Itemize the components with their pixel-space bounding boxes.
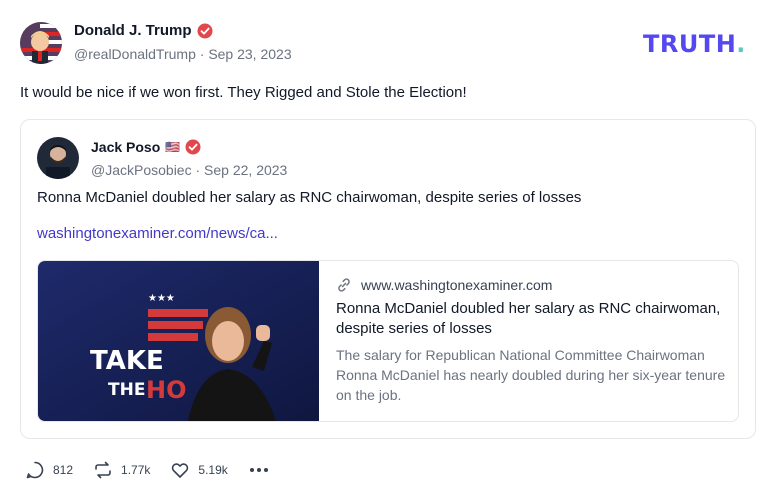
truth-logo: TRUTH. (643, 30, 746, 58)
image-text-the: THE (108, 380, 145, 400)
post-actions: 812 1.77k 5.19k (25, 460, 290, 480)
link-title: Ronna McDaniel doubled her salary as RNC… (336, 300, 721, 337)
quote-link[interactable]: washingtonexaminer.com/news/ca... (37, 225, 278, 242)
more-icon (249, 468, 268, 472)
author-meta: @realDonaldTrump · Sep 23, 2023 (74, 46, 292, 62)
retruth-icon (95, 461, 111, 479)
author-name-row: Donald J. Trump (74, 22, 213, 39)
reply-count: 812 (53, 463, 74, 477)
image-text-ho: HO (146, 376, 187, 404)
reply-icon (26, 461, 44, 479)
quote-author-handle[interactable]: @JackPosobiec (91, 162, 192, 178)
image-text-take: TAKE (90, 346, 164, 376)
quote-author-name[interactable]: Jack Poso (91, 139, 160, 155)
quote-post-date[interactable]: Sep 22, 2023 (204, 162, 287, 178)
reply-button[interactable]: 812 (25, 460, 73, 480)
verified-badge-icon (197, 23, 213, 38)
like-icon (172, 463, 189, 478)
more-button[interactable] (248, 460, 270, 480)
quote-author-meta: @JackPosobiec · Sep 22, 2023 (91, 162, 288, 178)
link-preview-info: www.washingtonexaminer.com Ronna McDanie… (336, 277, 726, 405)
link-preview-image: ★★★ TAKE THE HO (38, 261, 319, 421)
retruth-button[interactable]: 1.77k (93, 460, 150, 480)
link-preview-card[interactable]: ★★★ TAKE THE HO www.washingtonexaminer.c… (37, 260, 739, 422)
quote-author-avatar[interactable] (37, 137, 79, 179)
verified-badge-icon (185, 139, 201, 155)
post-date[interactable]: Sep 23, 2023 (208, 46, 291, 62)
like-button[interactable]: 5.19k (170, 460, 228, 480)
author-avatar[interactable] (20, 22, 62, 64)
like-count: 5.19k (198, 463, 228, 477)
quote-text: Ronna McDaniel doubled her salary as RNC… (37, 189, 582, 206)
author-handle[interactable]: @realDonaldTrump (74, 46, 196, 62)
link-description: The salary for Republican National Commi… (336, 347, 726, 403)
post-text: It would be nice if we won first. They R… (20, 84, 467, 101)
retruth-count: 1.77k (121, 463, 151, 477)
link-icon (338, 278, 350, 292)
quote-author-name-row: Jack Poso 🇺🇸 (91, 139, 201, 155)
author-name[interactable]: Donald J. Trump (74, 22, 192, 39)
svg-text:★★★: ★★★ (148, 293, 175, 304)
link-domain: www.washingtonexaminer.com (361, 277, 553, 293)
us-flag-icon: 🇺🇸 (165, 140, 181, 154)
